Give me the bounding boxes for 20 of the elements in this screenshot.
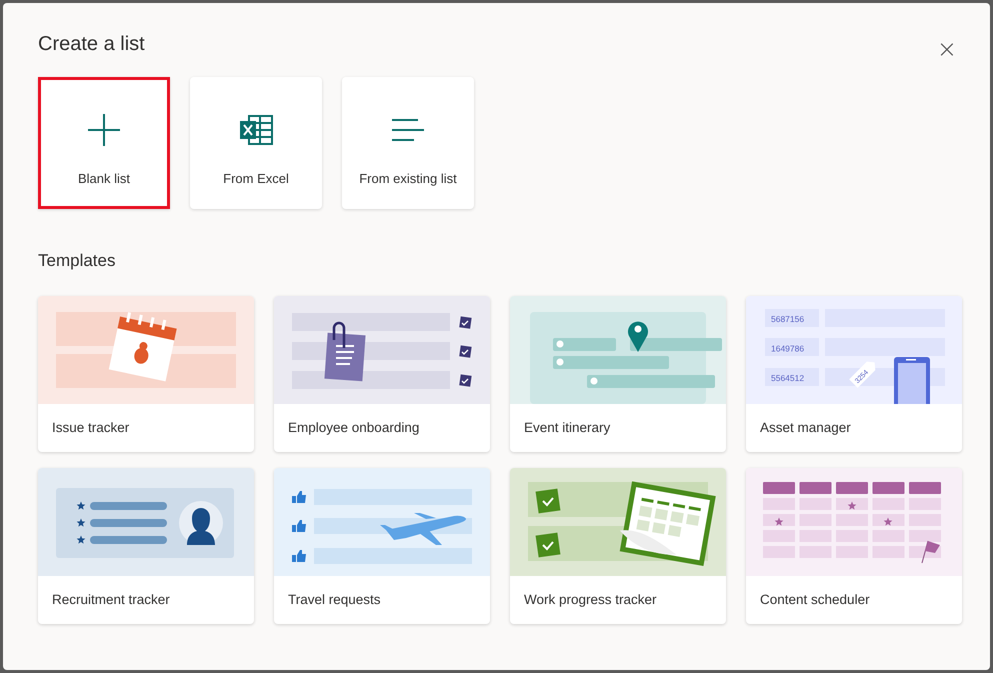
template-card[interactable]: Issue tracker bbox=[38, 296, 254, 452]
template-card[interactable]: Recruitment tracker bbox=[38, 468, 254, 624]
template-card[interactable]: Travel requests bbox=[274, 468, 490, 624]
template-card[interactable]: Work progress tracker bbox=[510, 468, 726, 624]
option-card[interactable]: Blank list bbox=[38, 77, 170, 209]
template-card[interactable]: Content scheduler bbox=[746, 468, 962, 624]
asset-number: 5687156 bbox=[771, 314, 804, 324]
template-card[interactable]: Employee onboarding bbox=[274, 296, 490, 452]
template-card[interactable]: Event itinerary bbox=[510, 296, 726, 452]
section-heading: Templates bbox=[38, 251, 116, 271]
spreadsheet-icon bbox=[239, 115, 273, 145]
asset-number: 1649786 bbox=[771, 344, 804, 354]
option-card[interactable]: From existing list bbox=[342, 77, 474, 209]
plus-icon bbox=[87, 113, 121, 147]
lines-icon bbox=[391, 118, 425, 142]
option-card[interactable]: From Excel bbox=[190, 77, 322, 209]
close-button[interactable]: × bbox=[936, 37, 958, 61]
dialog-title: Create a list bbox=[38, 33, 145, 56]
asset-number: 5564512 bbox=[771, 373, 804, 383]
phone-drawing bbox=[894, 357, 930, 404]
